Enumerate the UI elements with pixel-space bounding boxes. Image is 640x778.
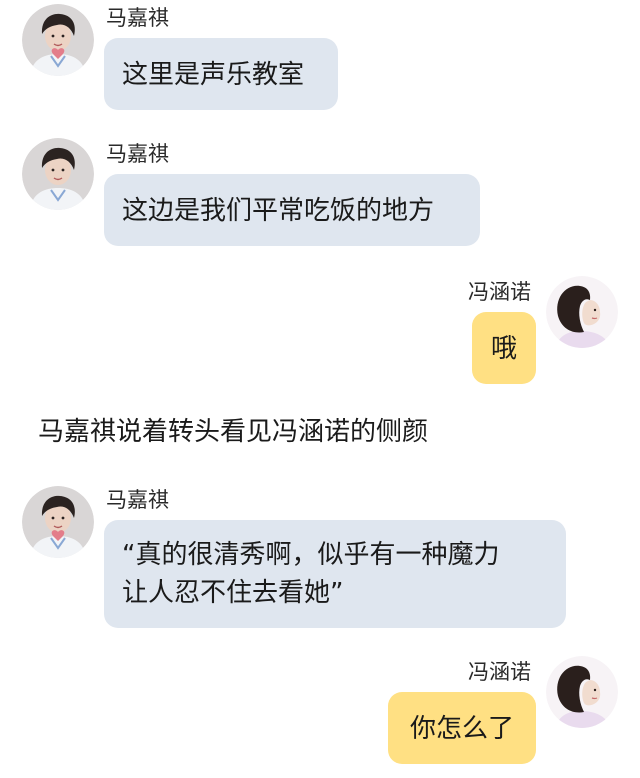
message-bubble[interactable]: “真的很清秀啊，似乎有一种魔力 让人忍不住去看她” bbox=[104, 520, 566, 628]
narration-text: 马嘉祺说着转头看见冯涵诺的侧颜 bbox=[38, 417, 429, 447]
message-bubble[interactable]: 这边是我们平常吃饭的地方 bbox=[104, 174, 480, 246]
avatar-boy-icon bbox=[22, 4, 94, 76]
message-text-line: “真的很清秀啊，似乎有一种魔力 bbox=[122, 540, 500, 570]
message-text-line: 让人忍不住去看她” bbox=[122, 578, 344, 608]
avatar-boy[interactable] bbox=[22, 4, 94, 76]
sender-name: 马嘉祺 bbox=[106, 488, 169, 512]
avatar-girl-icon bbox=[546, 276, 618, 348]
avatar-boy-icon bbox=[22, 486, 94, 558]
message-bubble[interactable]: 你怎么了 bbox=[388, 692, 536, 764]
avatar-boy[interactable] bbox=[22, 138, 94, 210]
sender-name: 冯涵诺 bbox=[468, 660, 531, 684]
message-bubble[interactable]: 这里是声乐教室 bbox=[104, 38, 338, 110]
message-text: 这边是我们平常吃饭的地方 bbox=[122, 196, 435, 226]
avatar-boy[interactable] bbox=[22, 486, 94, 558]
sender-name: 马嘉祺 bbox=[106, 6, 169, 30]
avatar-girl-icon bbox=[546, 656, 618, 728]
avatar-girl[interactable] bbox=[546, 276, 618, 348]
sender-name: 冯涵诺 bbox=[468, 280, 531, 304]
avatar-girl[interactable] bbox=[546, 656, 618, 728]
avatar-boy-icon bbox=[22, 138, 94, 210]
message-text: 哦 bbox=[490, 334, 517, 364]
message-text: 你怎么了 bbox=[409, 714, 514, 744]
message-text: 这里是声乐教室 bbox=[122, 60, 305, 90]
sender-name: 马嘉祺 bbox=[106, 142, 169, 166]
message-bubble[interactable]: 哦 bbox=[472, 312, 536, 384]
